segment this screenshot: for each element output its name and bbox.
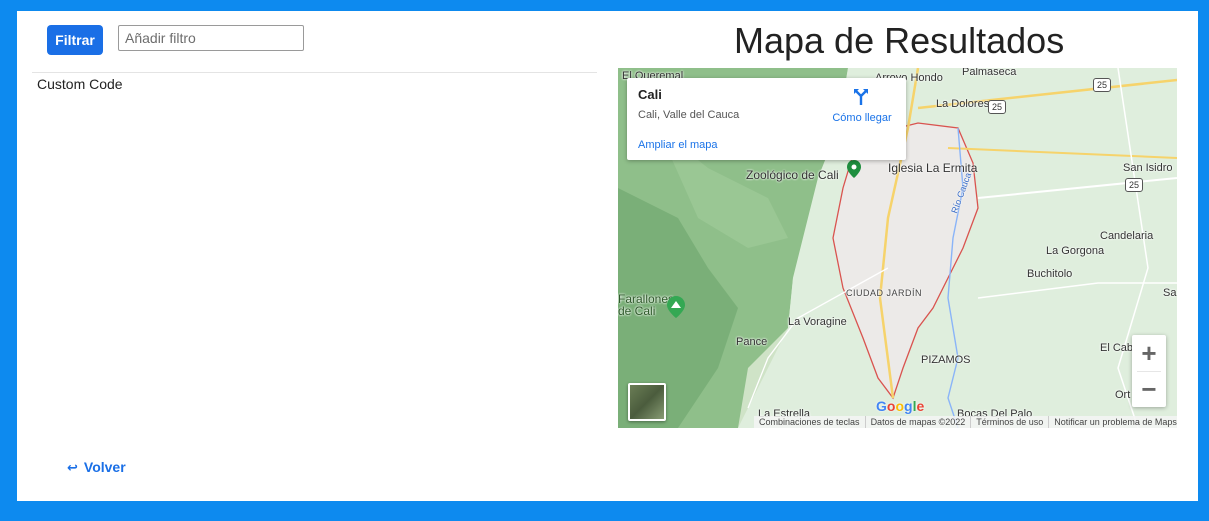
satellite-toggle[interactable]: [628, 383, 666, 421]
place-sa: Sa: [1163, 287, 1177, 299]
main-panel: Filtrar Custom Code Mapa de Resultados E…: [17, 11, 1198, 501]
place-la-gorgona: La Gorgona: [1046, 245, 1105, 257]
terms-link[interactable]: Términos de uso: [970, 416, 1048, 428]
google-logo: Google: [876, 398, 925, 414]
enlarge-map-link[interactable]: Ampliar el mapa: [638, 139, 717, 151]
filter-button[interactable]: Filtrar: [47, 25, 103, 55]
map-embed[interactable]: El Queremal Arroyo Hondo Palmaseca La Do…: [618, 68, 1177, 428]
place-info-card: Cali Cali, Valle del Cauca Ampliar el ma…: [627, 78, 906, 160]
place-farallones: Farallones de Cali: [618, 292, 675, 318]
zoom-in-button[interactable]: +: [1132, 335, 1166, 371]
place-buchitolo: Buchitolo: [1027, 268, 1073, 280]
directions-label: Cómo llegar: [832, 112, 892, 124]
route-shield: 25: [1093, 78, 1111, 92]
filter-input[interactable]: [118, 25, 304, 51]
place-ciudad-jardin: CIUDAD JARDÍN: [846, 288, 923, 298]
location-pin-icon[interactable]: [847, 160, 861, 178]
park-marker-icon[interactable]: [667, 296, 685, 318]
place-candelaria: Candelaria: [1100, 230, 1154, 242]
directions-button[interactable]: Cómo llegar: [827, 87, 897, 124]
divider: [32, 72, 597, 73]
place-la-voragine: La Voragine: [788, 316, 847, 328]
place-title: Cali: [638, 87, 662, 102]
return-arrow-icon: ↩: [67, 460, 78, 475]
zoom-controls: + −: [1132, 335, 1166, 407]
place-palmaseca: Palmaseca: [962, 68, 1017, 78]
place-address: Cali, Valle del Cauca: [638, 109, 740, 121]
back-link[interactable]: ↩ Volver: [67, 459, 126, 476]
back-label: Volver: [83, 459, 126, 475]
route-shield: 25: [1125, 178, 1143, 192]
place-ort: Ort: [1115, 389, 1131, 401]
map-attribution: Combinaciones de teclas Datos de mapas ©…: [754, 416, 1177, 428]
place-pizamos: PIZAMOS: [921, 354, 971, 366]
place-la-dolores: La Dolores: [936, 98, 990, 110]
directions-icon: [854, 89, 868, 105]
route-shield: 25: [988, 100, 1006, 114]
map-title: Mapa de Resultados: [734, 20, 1065, 61]
zoom-out-button[interactable]: −: [1132, 371, 1166, 407]
custom-code-text: Custom Code: [37, 76, 123, 92]
place-zoologico: Zoológico de Cali: [746, 168, 839, 182]
report-problem-link[interactable]: Notificar un problema de Maps: [1048, 416, 1177, 428]
keyboard-shortcuts-link[interactable]: Combinaciones de teclas: [754, 416, 865, 428]
place-san-isidro: San Isidro: [1123, 162, 1173, 174]
place-el-cab: El Cab: [1100, 342, 1134, 354]
map-data-text: Datos de mapas ©2022: [864, 416, 971, 428]
place-pance: Pance: [736, 336, 768, 348]
